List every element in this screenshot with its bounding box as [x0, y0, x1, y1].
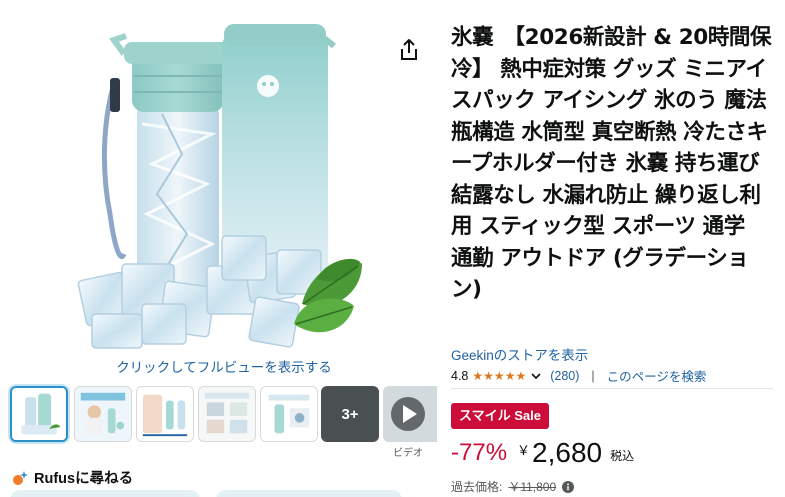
- tax-label: 税込: [610, 449, 635, 463]
- more-images-count: 3+: [341, 405, 359, 423]
- fullview-link[interactable]: クリックしてフルビューを表示する: [0, 356, 448, 376]
- divider: [451, 388, 773, 389]
- price-row: -77% ￥ 2,680 税込: [451, 436, 634, 470]
- thumbnail-lifestyle-image: [75, 387, 131, 441]
- rating-value: 4.8: [451, 368, 469, 383]
- thumbnail-structure-image: [137, 387, 193, 441]
- thumbnail-usage-image: [261, 387, 317, 441]
- star-icon: ★: [472, 368, 484, 383]
- separator: |: [591, 368, 595, 383]
- share-icon: [401, 39, 417, 60]
- store-link[interactable]: Geekinのストアを表示: [451, 344, 588, 364]
- star-icon: ★: [504, 368, 516, 383]
- share-button[interactable]: [398, 38, 420, 62]
- thumbnail-more[interactable]: 3+: [321, 386, 379, 442]
- thumbnail-5[interactable]: [260, 386, 318, 442]
- image-gallery: クリックしてフルビューを表示する 3+ ビデオ Rufusに尋ねる: [0, 0, 440, 497]
- thumbnail-features-image: [199, 387, 255, 441]
- main-product-image[interactable]: [62, 14, 382, 352]
- currency-symbol: ￥: [517, 443, 531, 458]
- discount-percent: -77%: [451, 439, 508, 466]
- info-icon[interactable]: [562, 480, 575, 493]
- star-icon: ★: [493, 368, 505, 383]
- video-label: ビデオ: [393, 448, 423, 459]
- star-rating[interactable]: ★ ★ ★ ★ ★: [472, 370, 526, 382]
- rufus-chip-2[interactable]: [216, 490, 402, 497]
- sale-badge: スマイル Sale: [451, 403, 549, 429]
- rufus-chip-1[interactable]: [10, 490, 200, 497]
- rating-row: 4.8 ★ ★ ★ ★ ★ (280) | このページを検索: [451, 366, 706, 385]
- thumbnail-bottle-image: [12, 388, 66, 440]
- price-value: 2,680: [532, 437, 603, 468]
- product-details: 氷嚢 【2026新設計 & 20時間保冷】 熱中症対策 グッズ ミニアイスパック…: [451, 22, 773, 306]
- thumbnail-2[interactable]: [74, 386, 132, 442]
- rufus-ask-button[interactable]: Rufusに尋ねる: [12, 467, 133, 488]
- list-price: ￥11,800: [508, 480, 557, 494]
- rufus-label: Rufusに尋ねる: [34, 471, 134, 487]
- thumbnail-1[interactable]: [10, 386, 68, 442]
- video-thumbnail-image: [383, 386, 437, 442]
- star-icon: ★: [515, 368, 527, 383]
- rufus-sparkle-icon: [13, 470, 28, 485]
- thumbnail-video[interactable]: [383, 386, 437, 442]
- list-price-label: 過去価格:: [451, 480, 503, 494]
- rating-count-link[interactable]: (280): [550, 369, 579, 383]
- chevron-down-icon[interactable]: [530, 370, 542, 382]
- list-price-row: 過去価格: ￥11,800: [451, 478, 575, 495]
- star-icon: ★: [483, 368, 494, 383]
- ice-bottle-illustration: [77, 24, 362, 349]
- thumbnail-4[interactable]: [198, 386, 256, 442]
- product-title: 氷嚢 【2026新設計 & 20時間保冷】 熱中症対策 グッズ ミニアイスパック…: [451, 25, 772, 302]
- thumbnail-3[interactable]: [136, 386, 194, 442]
- search-this-page-link[interactable]: このページを検索: [607, 366, 707, 385]
